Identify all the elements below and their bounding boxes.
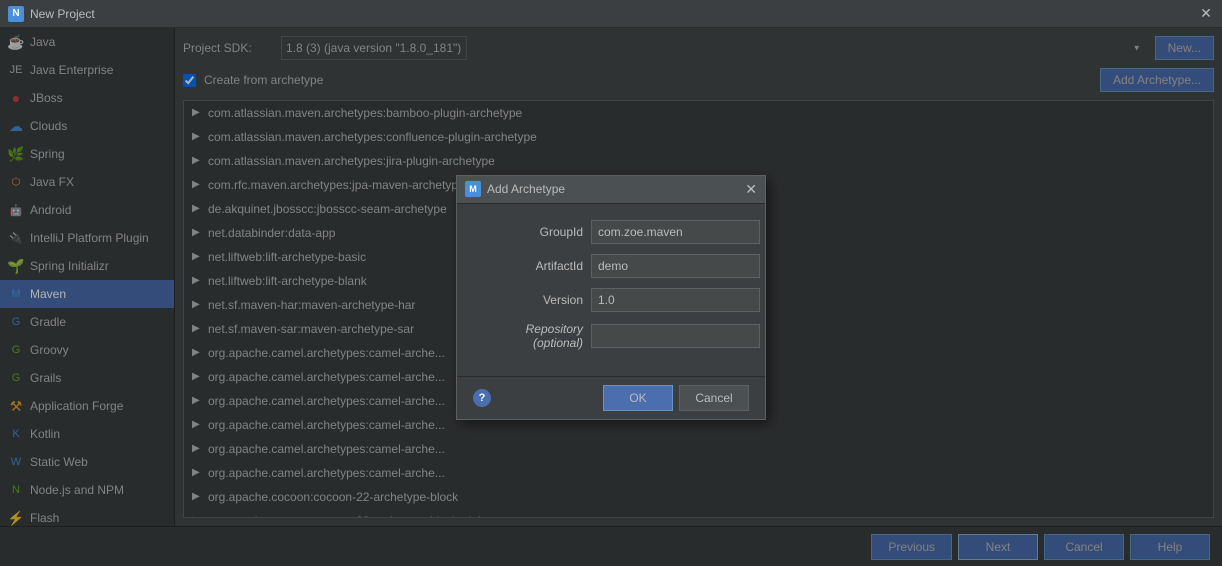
groupid-row: GroupId	[473, 220, 749, 244]
modal-footer: ? OK Cancel	[457, 376, 765, 419]
repository-row: Repository (optional)	[473, 322, 749, 350]
artifactid-row: ArtifactId	[473, 254, 749, 278]
modal-cancel-button[interactable]: Cancel	[679, 385, 749, 411]
version-label: Version	[473, 293, 583, 307]
title-bar: N New Project ✕	[0, 0, 1222, 28]
repository-input[interactable]	[591, 324, 760, 348]
modal-close-button[interactable]: ✕	[745, 181, 757, 198]
modal-title: Add Archetype	[487, 182, 565, 196]
window-title: New Project	[30, 7, 1198, 21]
artifactid-label: ArtifactId	[473, 259, 583, 273]
modal-overlay: M Add Archetype ✕ GroupId ArtifactId Ver…	[0, 28, 1222, 566]
modal-ok-button[interactable]: OK	[603, 385, 673, 411]
repository-label: Repository (optional)	[473, 322, 583, 350]
artifactid-input[interactable]	[591, 254, 760, 278]
modal-title-content: M Add Archetype	[465, 181, 565, 197]
groupid-label: GroupId	[473, 225, 583, 239]
version-row: Version	[473, 288, 749, 312]
groupid-input[interactable]	[591, 220, 760, 244]
app-icon: N	[8, 6, 24, 22]
modal-help-area: ?	[473, 389, 597, 407]
close-button[interactable]: ✕	[1198, 6, 1214, 22]
help-icon[interactable]: ?	[473, 389, 491, 407]
modal-title-bar: M Add Archetype ✕	[457, 176, 765, 204]
modal-app-icon: M	[465, 181, 481, 197]
version-input[interactable]	[591, 288, 760, 312]
window-controls: ✕	[1198, 6, 1214, 22]
modal-body: GroupId ArtifactId Version Repository (o…	[457, 204, 765, 376]
add-archetype-modal: M Add Archetype ✕ GroupId ArtifactId Ver…	[456, 175, 766, 420]
